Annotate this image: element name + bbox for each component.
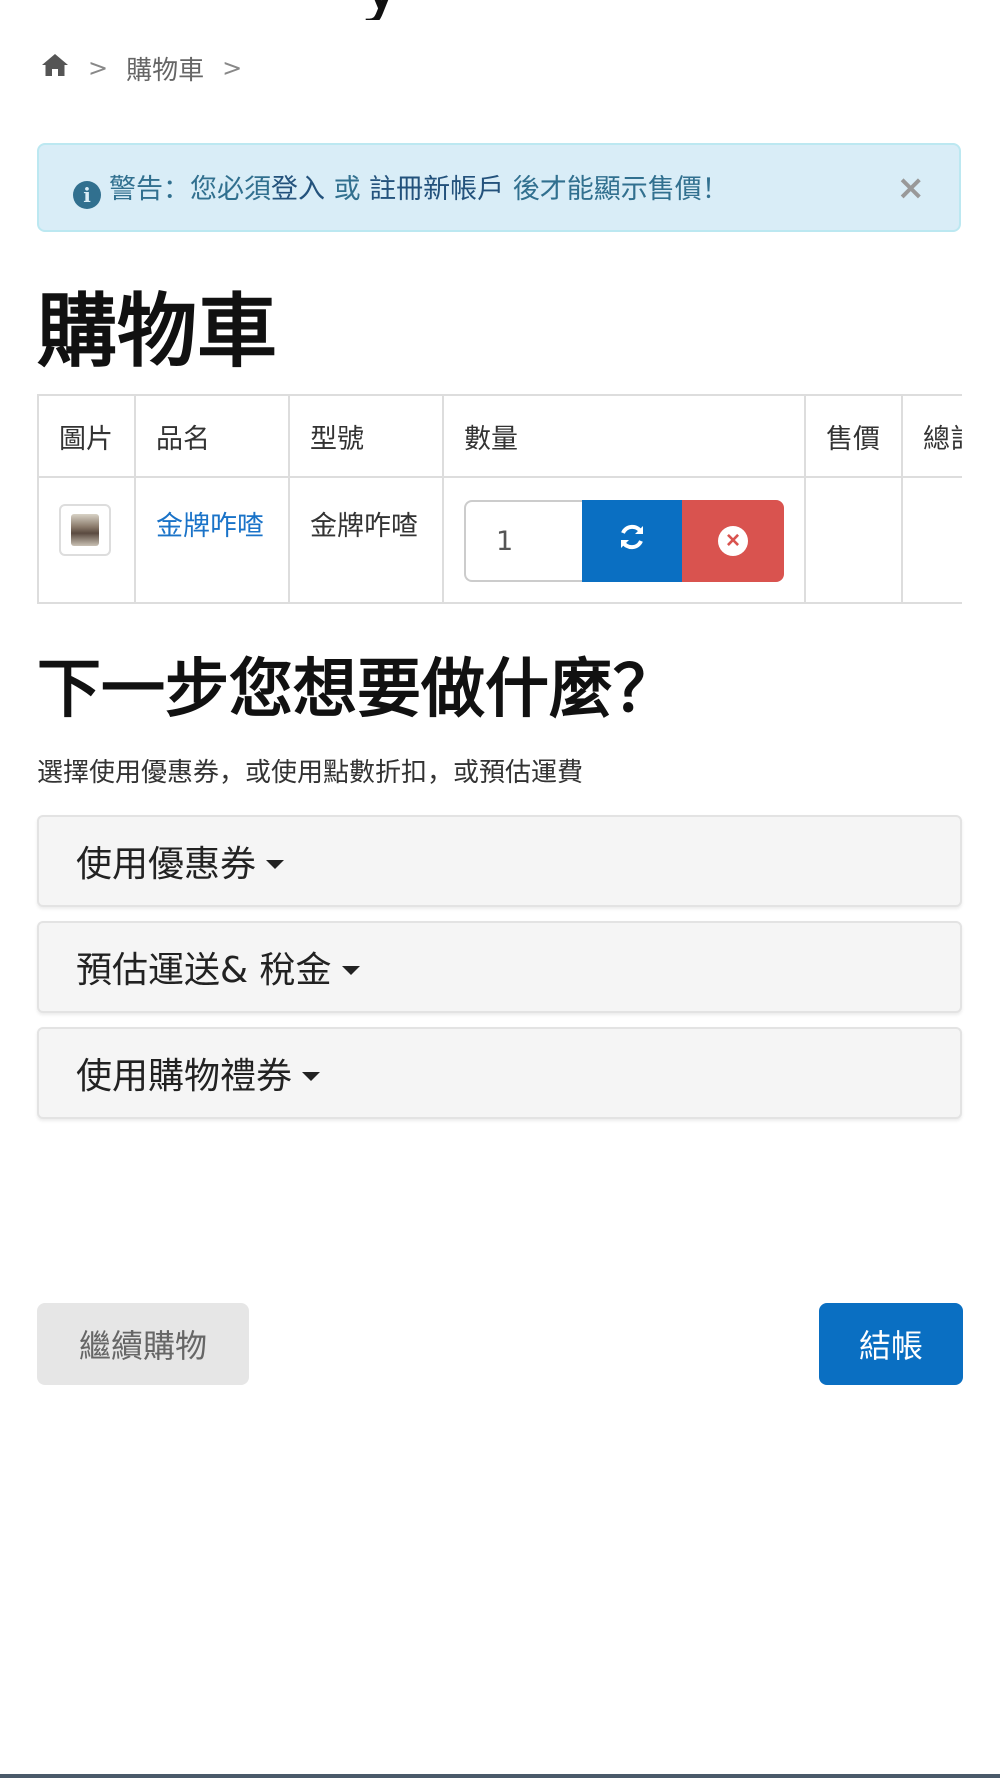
table-header-row: 圖片 品名 型號 數量 售價 總計 (37, 394, 962, 478)
cart-table: 圖片 品名 型號 數量 售價 總計 金牌咋喳 金牌咋喳 (37, 394, 962, 604)
column-header-image: 圖片 (37, 394, 136, 478)
page-title: 購物車 (37, 285, 277, 378)
caret-down-icon (266, 859, 285, 869)
panel-gift-voucher[interactable]: 使用購物禮券 (37, 1027, 962, 1119)
update-quantity-button[interactable] (582, 500, 683, 582)
column-header-price: 售價 (804, 394, 903, 478)
login-link[interactable]: 登入 (271, 174, 325, 205)
continue-shopping-button[interactable]: 繼續購物 (37, 1303, 249, 1385)
breadcrumb: > 購物車 > (40, 46, 260, 90)
remove-icon: × (718, 526, 749, 556)
cell-total (901, 476, 962, 604)
refresh-icon (616, 521, 648, 562)
quantity-input[interactable] (464, 500, 582, 582)
alert-middle: 或 (325, 173, 370, 205)
cell-price (804, 476, 903, 604)
cell-quantity: × (442, 476, 806, 604)
heading-remnant-text: y (360, 0, 403, 20)
cell-image (37, 476, 136, 604)
panel-coupon[interactable]: 使用優惠券 (37, 815, 962, 907)
register-link[interactable]: 註冊新帳戶 (369, 174, 504, 205)
alert-message: i 警告：您必須登入 或 註冊新帳戶 後才能顯示售價！ (73, 167, 897, 209)
product-thumbnail[interactable] (59, 504, 111, 556)
alert-suffix: 後才能顯示售價！ (504, 173, 729, 205)
caret-down-icon (302, 1071, 321, 1081)
column-header-name: 品名 (134, 394, 290, 478)
breadcrumb-separator: > (222, 54, 243, 82)
login-warning-alert: i 警告：您必須登入 或 註冊新帳戶 後才能顯示售價！ × (37, 143, 961, 232)
panel-shipping-tax-label: 預估運送& 稅金 (76, 950, 332, 991)
alert-prefix: 警告：您必須 (109, 173, 271, 205)
close-icon[interactable]: × (897, 168, 926, 208)
cart-table-container: 圖片 品名 型號 數量 售價 總計 金牌咋喳 金牌咋喳 (37, 394, 962, 604)
home-icon[interactable] (40, 52, 70, 85)
column-header-model: 型號 (288, 394, 444, 478)
column-header-quantity: 數量 (442, 394, 806, 478)
page-heading-remnant: y (0, 0, 1000, 20)
bottom-divider (0, 1774, 1000, 1778)
cell-name: 金牌咋喳 (134, 476, 290, 604)
breadcrumb-separator: > (88, 54, 109, 82)
panel-gift-voucher-label: 使用購物禮券 (76, 1056, 293, 1097)
remove-item-button[interactable]: × (682, 500, 784, 582)
panel-coupon-label: 使用優惠券 (76, 844, 257, 885)
checkout-button[interactable]: 結帳 (819, 1303, 963, 1385)
product-name-link[interactable]: 金牌咋喳 (156, 511, 264, 542)
breadcrumb-item-cart[interactable]: 購物車 (126, 50, 204, 87)
quantity-group: × (464, 500, 784, 582)
panel-shipping-tax[interactable]: 預估運送& 稅金 (37, 921, 962, 1013)
cell-model: 金牌咋喳 (288, 476, 444, 604)
product-image (71, 514, 99, 546)
next-steps-subtitle: 選擇使用優惠券，或使用點數折扣，或預估運費 (37, 758, 584, 788)
next-steps-title: 下一步您想要做什麼？ (37, 653, 677, 727)
info-icon: i (73, 180, 101, 209)
column-header-total: 總計 (901, 394, 962, 478)
caret-down-icon (341, 965, 360, 975)
table-row: 金牌咋喳 金牌咋喳 1 × (37, 476, 962, 604)
